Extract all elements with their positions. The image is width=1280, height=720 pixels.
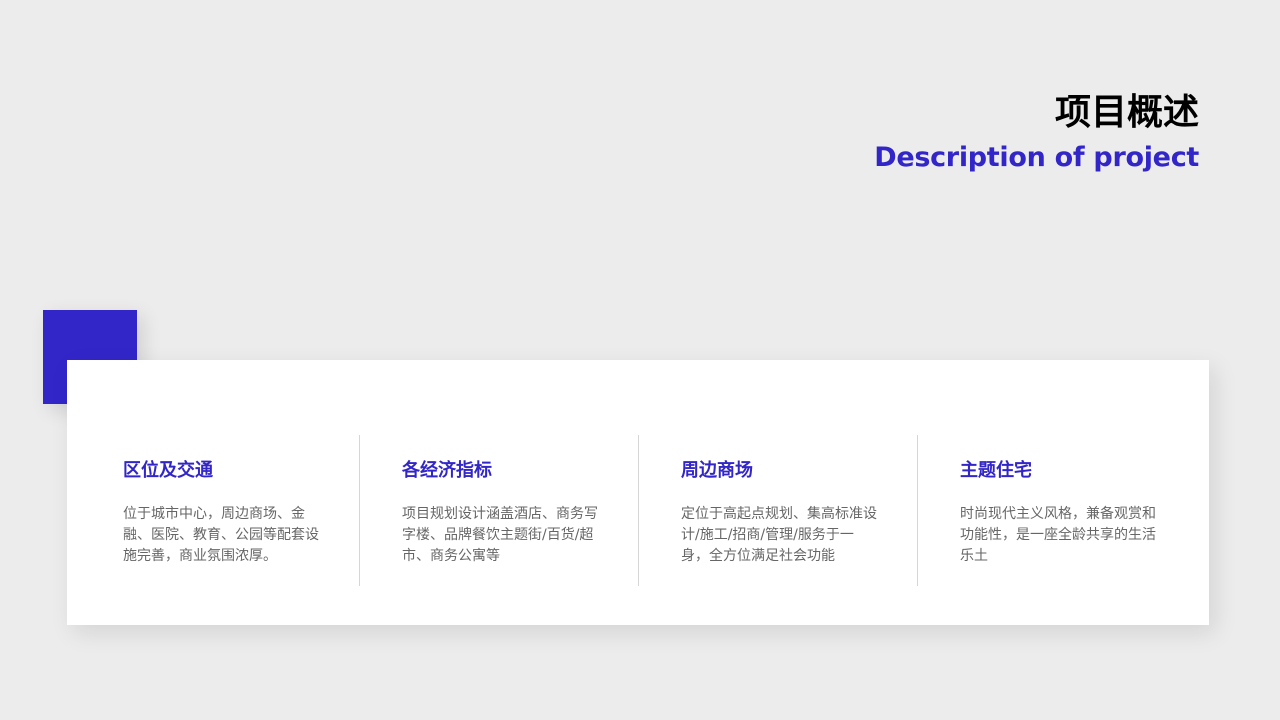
content-card: 区位及交通 位于城市中心，周边商场、金融、医院、教育、公园等配套设施完善，商业氛… <box>67 360 1209 625</box>
section-heading: 区位及交通 <box>123 460 213 481</box>
section-nearby-malls: 周边商场 定位于高起点规划、集高标准设计/施工/招商/管理/服务于一身，全方位满… <box>625 435 904 586</box>
slide: 项目概述 Description of project 区位及交通 位于城市中心… <box>0 0 1280 720</box>
page-title: 项目概述 <box>1054 92 1199 133</box>
section-location-traffic: 区位及交通 位于城市中心，周边商场、金融、医院、教育、公园等配套设施完善，商业氛… <box>67 435 346 586</box>
section-text: 定位于高起点规划、集高标准设计/施工/招商/管理/服务于一身，全方位满足社会功能 <box>681 506 877 564</box>
page-subtitle: Description of project <box>874 142 1199 173</box>
section-economic-indicators: 各经济指标 项目规划设计涵盖酒店、商务写字楼、品牌餐饮主题街/百货/超市、商务公… <box>346 435 625 586</box>
section-heading: 主题住宅 <box>960 460 1032 481</box>
section-text: 位于城市中心，周边商场、金融、医院、教育、公园等配套设施完善，商业氛围浓厚。 <box>123 506 319 564</box>
section-text: 时尚现代主义风格，兼备观赏和功能性，是一座全龄共享的生活乐土 <box>960 506 1156 564</box>
section-heading: 周边商场 <box>681 460 753 481</box>
section-theme-residence: 主题住宅 时尚现代主义风格，兼备观赏和功能性，是一座全龄共享的生活乐土 <box>904 435 1183 586</box>
section-columns: 区位及交通 位于城市中心，周边商场、金融、医院、教育、公园等配套设施完善，商业氛… <box>67 435 1209 586</box>
section-heading: 各经济指标 <box>402 460 492 481</box>
section-text: 项目规划设计涵盖酒店、商务写字楼、品牌餐饮主题街/百货/超市、商务公寓等 <box>402 506 598 564</box>
